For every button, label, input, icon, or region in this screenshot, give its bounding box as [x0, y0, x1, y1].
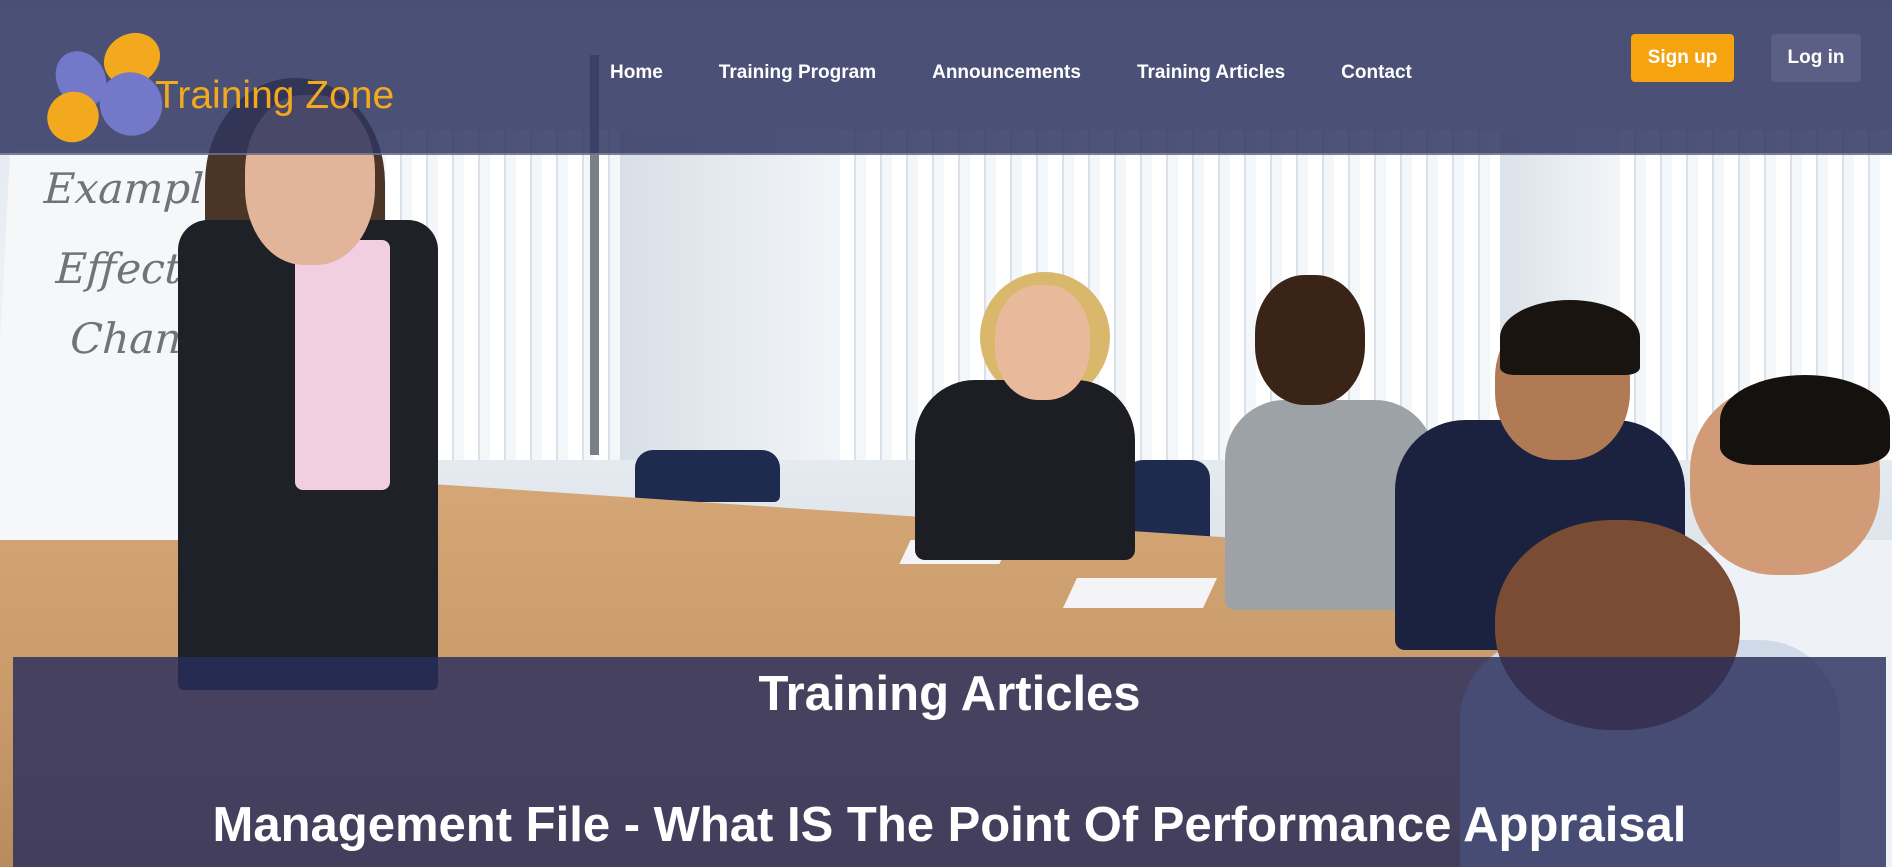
logo-text: Training Zone [155, 74, 395, 117]
nav-training-program[interactable]: Training Program [719, 62, 876, 84]
wall-pillar [620, 130, 840, 460]
main-nav: Home Training Program Announcements Trai… [610, 62, 1412, 84]
title-banner: Training Articles Management File - What… [13, 657, 1886, 867]
login-button[interactable]: Log in [1771, 34, 1861, 82]
signup-button[interactable]: Sign up [1631, 34, 1734, 82]
article-title: Management File - What IS The Point Of P… [212, 798, 1687, 852]
site-logo[interactable]: Training Zone [37, 22, 405, 152]
attendee-head [1255, 275, 1365, 405]
flipchart-line: Effect [54, 244, 183, 293]
attendee-hair [1500, 300, 1640, 375]
paper [1063, 578, 1217, 608]
attendee-head [995, 285, 1090, 400]
flipchart-line: Example [42, 164, 230, 213]
attendee [915, 380, 1135, 560]
attendee-hair [1720, 375, 1890, 465]
flipchart-line: Chan [69, 314, 183, 363]
page-title: Training Articles [758, 667, 1141, 721]
chair [635, 450, 780, 502]
nav-contact[interactable]: Contact [1341, 62, 1412, 84]
site-header: Training Zone Home Training Program Anno… [0, 0, 1892, 155]
presenter-shirt [295, 240, 390, 490]
nav-announcements[interactable]: Announcements [932, 62, 1081, 84]
nav-home[interactable]: Home [610, 62, 663, 84]
nav-training-articles[interactable]: Training Articles [1137, 62, 1285, 84]
